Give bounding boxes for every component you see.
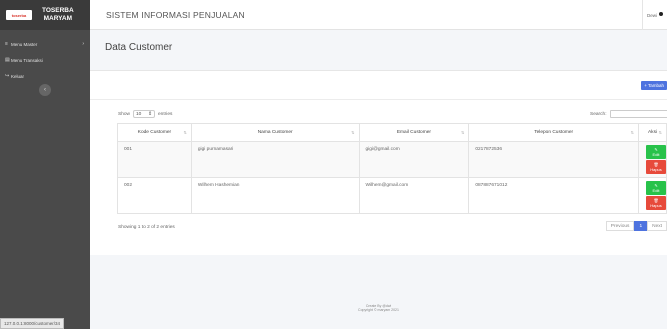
delete-label: Hapus [650, 203, 662, 208]
search-input[interactable] [609, 110, 667, 118]
cell-email: gigi@gmail.com [358, 141, 470, 178]
brand-line-1: TOSERBA [42, 7, 74, 14]
status-bar-url: 127.0.0.1:8000/customer/34 [0, 318, 65, 329]
page-1-button[interactable]: 1 [634, 221, 648, 231]
app-title: SISTEM INFORMASI PENJUALAN [106, 9, 245, 20]
avatar [659, 11, 663, 16]
sort-icon: ⇅ [658, 130, 662, 135]
sort-icon: ⇅ [630, 130, 634, 135]
sidebar-item-keluar[interactable]: ↪ Keluar [0, 68, 90, 84]
cell-nama: Wilhem Hashemian [190, 177, 360, 214]
cell-aksi: ✎ Edit 🗑 Hapus [638, 177, 667, 214]
header-label: Email Customer [396, 130, 431, 135]
chevron-left-icon: ‹ [44, 87, 46, 93]
edit-label: Edit [652, 152, 660, 157]
sidebar: toserba TOSERBA MARYAM ≡ Menu Master › ▤… [0, 0, 90, 329]
customer-table: Kode Customer ⇅ Nama Customer ⇅ Email Cust… [117, 123, 667, 214]
next-page-button[interactable]: Next [647, 221, 667, 231]
entries-select-value: 10 [136, 111, 142, 117]
cell-kode: 001 [117, 141, 192, 178]
sidebar-item-label: Menu Master [11, 41, 38, 47]
sidebar-item-menu-master[interactable]: ≡ Menu Master › [0, 36, 90, 52]
topbar: SISTEM INFORMASI PENJUALAN Dewi [90, 0, 667, 30]
table-row: 002 Wilhem Hashemian Wilhem@gmail.com 08… [117, 177, 667, 214]
cell-telepon: 087887671012 [468, 177, 639, 214]
column-header-nama[interactable]: Nama Customer ⇅ [190, 123, 360, 142]
cell-nama: gigi purnamasari [190, 141, 360, 178]
sort-icon: ⇅ [183, 130, 187, 135]
search-control: Search: [590, 110, 667, 118]
divider [90, 99, 667, 100]
sidebar-item-menu-transaksi[interactable]: ▤ Menu Transaksi [0, 52, 90, 68]
brand-name: TOSERBA MARYAM [42, 7, 74, 23]
column-header-email[interactable]: Email Customer ⇅ [358, 123, 470, 142]
edit-button[interactable]: ✎ Edit [646, 145, 666, 159]
brand-line-2: MARYAM [43, 15, 73, 22]
table-info: Showing 1 to 2 of 2 entries [118, 225, 175, 230]
user-name: Dewi [646, 12, 657, 18]
brand[interactable]: toserba TOSERBA MARYAM [0, 0, 90, 30]
page-title: Data Customer [105, 42, 173, 53]
footer-copyright: Copyright © maryam 2021 [358, 308, 399, 312]
column-header-aksi[interactable]: Aksi ⇅ [638, 123, 667, 142]
cell-email: Wilhem@gmail.com [358, 177, 470, 214]
column-header-kode[interactable]: Kode Customer ⇅ [117, 123, 192, 142]
entries-length-control: Show 10 ⇕ entries [118, 110, 172, 118]
cell-telepon: 0217872536 [468, 141, 639, 178]
entries-label: entries [158, 111, 173, 117]
logo-text: toserba [11, 12, 27, 18]
sidebar-toggle-button[interactable]: ‹ [39, 84, 51, 96]
table-row: 001 gigi purnamasari gigi@gmail.com 0217… [117, 141, 667, 178]
sidebar-item-label: Menu Transaksi [11, 57, 43, 63]
header-label: Aksi [647, 130, 658, 135]
header-label: Telepon Customer [534, 130, 574, 135]
search-label: Search: [590, 111, 607, 117]
add-customer-button[interactable]: + Tambah [641, 81, 667, 90]
store-logo: toserba [6, 10, 32, 20]
entries-select[interactable]: 10 ⇕ [133, 110, 155, 118]
cell-aksi: ✎ Edit 🗑 Hapus [638, 141, 667, 178]
table-header-row: Kode Customer ⇅ Nama Customer ⇅ Email Cust… [117, 123, 667, 142]
cell-kode: 002 [117, 177, 192, 214]
delete-button[interactable]: 🗑 Hapus [646, 196, 666, 210]
column-header-telepon[interactable]: Telepon Customer ⇅ [468, 123, 639, 142]
delete-label: Hapus [650, 167, 662, 172]
edit-label: Edit [652, 188, 660, 193]
sidebar-item-label: Keluar [11, 73, 25, 79]
footer: Create By @dwi Copyright © maryam 2021 [90, 304, 667, 312]
sort-icon: ⇅ [460, 130, 465, 135]
customer-card: + Tambah Show 10 ⇕ entries Search: Kode … [90, 70, 667, 255]
previous-page-button[interactable]: Previous [605, 221, 635, 231]
delete-button[interactable]: 🗑 Hapus [646, 160, 666, 174]
header-label: Nama Customer [257, 130, 293, 135]
chevron-right-icon: › [82, 41, 84, 47]
edit-button[interactable]: ✎ Edit [646, 181, 666, 195]
header-label: Kode Customer [137, 130, 172, 135]
sidebar-menu: ≡ Menu Master › ▤ Menu Transaksi ↪ Kelua… [0, 30, 90, 84]
sort-icon: ⇅ [351, 130, 355, 135]
user-menu[interactable]: Dewi [641, 0, 667, 30]
chevron-updown-icon: ⇕ [147, 111, 152, 117]
pagination: Previous 1 Next [605, 221, 667, 231]
show-label: Show [118, 111, 130, 117]
